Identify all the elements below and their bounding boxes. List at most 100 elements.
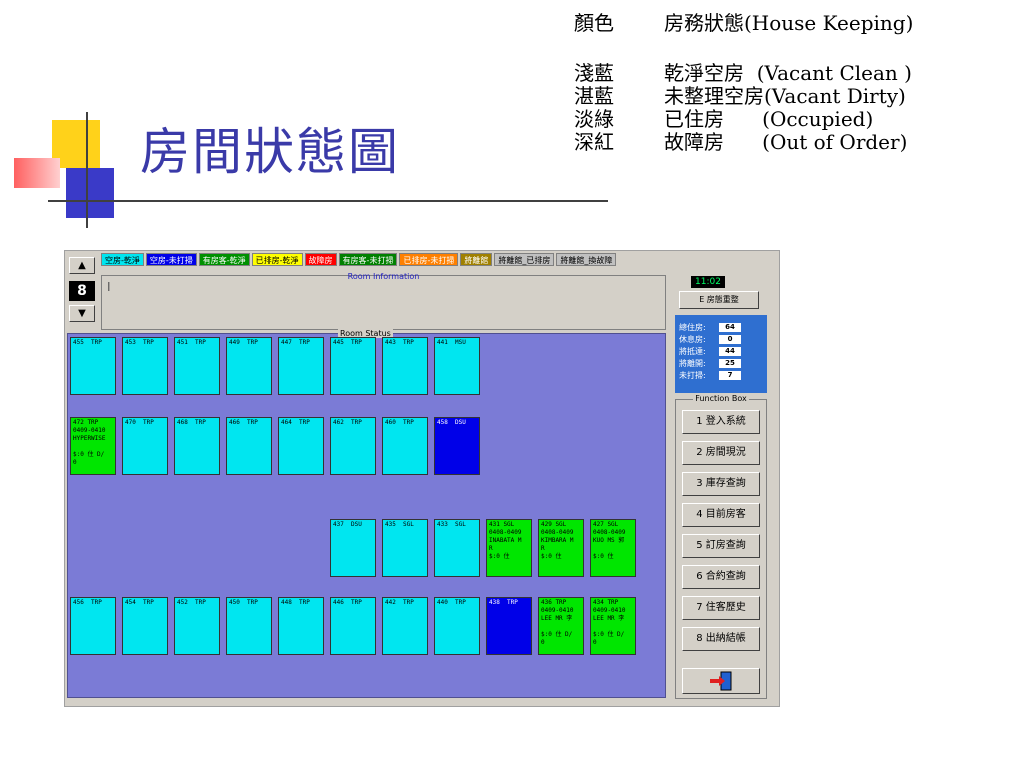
legend-chip: 已排房-未打掃	[399, 253, 459, 266]
room-tile[interactable]: 464 TRP	[278, 417, 324, 475]
stat-label: 將抵達:	[679, 346, 706, 356]
legend-header-status: 房務狀態(House Keeping)	[664, 11, 914, 35]
legend-row: 深紅 故障房 (Out of Order)	[574, 131, 913, 154]
room-tile[interactable]: 454 TRP	[122, 597, 168, 655]
room-tile[interactable]: 446 TRP	[330, 597, 376, 655]
exit-door-icon	[710, 671, 732, 691]
floor-down-button[interactable]: ▼	[69, 305, 95, 322]
arrow-down-icon: ▼	[78, 308, 86, 319]
function-box: Function Box 1 登入系統 2 房間現況 3 庫存查詢 4 目前房客 5 訂…	[675, 394, 767, 699]
room-tile[interactable]: 451 TRP	[174, 337, 220, 395]
room-tile[interactable]: 472 TRP 0409-0410 HYPERWISE $:0 住 D/ 0	[70, 417, 116, 475]
room-tile[interactable]: 443 TRP	[382, 337, 428, 395]
text-cursor-icon: I	[107, 280, 111, 294]
legend-chip: 將離館_已排房	[494, 253, 555, 266]
room-tile[interactable]: 433 SGL	[434, 519, 480, 577]
stat-row: 休息房: 0	[679, 333, 763, 345]
function-box-label: Function Box	[693, 394, 749, 403]
clock-display: 11:02	[691, 276, 725, 288]
function-button-6[interactable]: 6 合約查詢	[682, 565, 760, 589]
room-tile[interactable]: 449 TRP	[226, 337, 272, 395]
room-tile[interactable]: 437 DSU	[330, 519, 376, 577]
stat-row: 未打掃: 7	[679, 369, 763, 381]
stat-label: 將離開:	[679, 358, 706, 368]
room-color-legend-bar: 空房-乾淨 空房-未打掃 有房客-乾淨 已排房-乾淨 故障房 有房客-未打掃 已排房-未打掃…	[101, 253, 617, 266]
legend-row: 淡綠 已住房 (Occupied)	[574, 108, 913, 131]
function-button-8[interactable]: 8 出納結帳	[682, 627, 760, 651]
decor-red-square	[14, 158, 60, 188]
legend-row: 湛藍 未整理空房(Vacant Dirty)	[574, 85, 913, 108]
stat-row: 將抵達: 44	[679, 345, 763, 357]
room-tile[interactable]: 468 TRP	[174, 417, 220, 475]
function-button-3[interactable]: 3 庫存查詢	[682, 472, 760, 496]
room-tile[interactable]: 462 TRP	[330, 417, 376, 475]
legend-chip: 空房-未打掃	[145, 253, 197, 266]
room-tile[interactable]: 456 TRP	[70, 597, 116, 655]
legend-status: 已住房 (Occupied)	[664, 107, 874, 131]
legend-chip: 已排房-乾淨	[251, 253, 303, 266]
room-status-panel: Room Status 455 TRP 453 TRP 451 TRP 449 TRP…	[67, 329, 666, 698]
decor-vertical-line	[86, 112, 88, 228]
room-tile[interactable]: 435 SGL	[382, 519, 428, 577]
stat-label: 未打掃:	[679, 370, 706, 380]
legend-color-name: 湛藍	[574, 84, 614, 108]
room-tile[interactable]: 466 TRP	[226, 417, 272, 475]
function-button-1[interactable]: 1 登入系統	[682, 410, 760, 434]
legend-chip: 有房客-未打掃	[338, 253, 398, 266]
function-button-5[interactable]: 5 訂房查詢	[682, 534, 760, 558]
stat-label: 休息房:	[679, 334, 706, 344]
room-tile[interactable]: 447 TRP	[278, 337, 324, 395]
stat-value: 0	[719, 334, 741, 344]
decor-horizontal-line	[48, 200, 608, 202]
legend-color-name: 淡綠	[574, 107, 614, 131]
legend-header-row: 顏色 房務狀態(House Keeping)	[574, 12, 913, 35]
room-tile[interactable]: 438 TRP	[486, 597, 532, 655]
decor-blue-square	[66, 168, 114, 218]
room-tile[interactable]: 452 TRP	[174, 597, 220, 655]
room-tile[interactable]: 455 TRP	[70, 337, 116, 395]
occupancy-stats-box: 總住房: 64 休息房: 0 將抵達: 44 將離開: 25 未打掃: 7	[675, 315, 767, 393]
legend-chip: 將離館_換故障	[556, 253, 617, 266]
room-tile[interactable]: 453 TRP	[122, 337, 168, 395]
status-legend-table: 顏色 房務狀態(House Keeping) 淺藍 乾淨空房 (Vacant C…	[574, 12, 913, 154]
legend-status: 未整理空房(Vacant Dirty)	[664, 84, 906, 108]
arrow-up-icon: ▲	[78, 260, 86, 271]
room-tile[interactable]: 427 SGL 0408-0409 KUO MS 郭 $:0 住	[590, 519, 636, 577]
refresh-room-status-button[interactable]: E 房態重整	[679, 291, 759, 309]
room-tile[interactable]: 441 MSU	[434, 337, 480, 395]
legend-status: 乾淨空房 (Vacant Clean )	[664, 61, 912, 85]
stat-value: 25	[719, 358, 741, 368]
legend-chip: 將離館	[460, 253, 493, 266]
legend-chip: 有房客-乾淨	[198, 253, 250, 266]
room-tile[interactable]: 450 TRP	[226, 597, 272, 655]
room-tile[interactable]: 436 TRP 0409-0410 LEE MR 李 $:0 住 D/ 0	[538, 597, 584, 655]
function-button-7[interactable]: 7 住客歷史	[682, 596, 760, 620]
room-tile[interactable]: 470 TRP	[122, 417, 168, 475]
function-button-4[interactable]: 4 目前房客	[682, 503, 760, 527]
legend-color-name: 深紅	[574, 130, 614, 154]
stat-label: 總住房:	[679, 322, 706, 332]
function-button-2[interactable]: 2 房間現況	[682, 441, 760, 465]
legend-status: 故障房 (Out of Order)	[664, 130, 908, 154]
legend-row: 淺藍 乾淨空房 (Vacant Clean )	[574, 62, 913, 85]
stat-row: 總住房: 64	[679, 321, 763, 333]
room-tile[interactable]: 429 SGL 0408-0409 KIMBARA M R $:0 住	[538, 519, 584, 577]
room-tile[interactable]: 431 SGL 0408-0409 INABATA M R $:0 住	[486, 519, 532, 577]
room-tile[interactable]: 440 TRP	[434, 597, 480, 655]
legend-chip: 空房-乾淨	[101, 253, 144, 266]
stat-value: 7	[719, 370, 741, 380]
room-tile[interactable]: 448 TRP	[278, 597, 324, 655]
legend-chip: 故障房	[304, 253, 337, 266]
legend-color-name: 淺藍	[574, 61, 614, 85]
exit-button[interactable]	[682, 668, 760, 694]
room-tile[interactable]: 434 TRP 0409-0410 LEE MR 李 $:0 住 D/ 0	[590, 597, 636, 655]
room-tile[interactable]: 458 DSU	[434, 417, 480, 475]
room-information-label: Room Information	[347, 272, 420, 281]
floor-number-display: 8	[69, 281, 95, 301]
room-tile[interactable]: 460 TRP	[382, 417, 428, 475]
slide-title: 房間狀態圖	[140, 123, 400, 181]
room-tile[interactable]: 445 TRP	[330, 337, 376, 395]
room-tile[interactable]: 442 TRP	[382, 597, 428, 655]
stat-value: 64	[719, 322, 741, 332]
floor-up-button[interactable]: ▲	[69, 257, 95, 274]
